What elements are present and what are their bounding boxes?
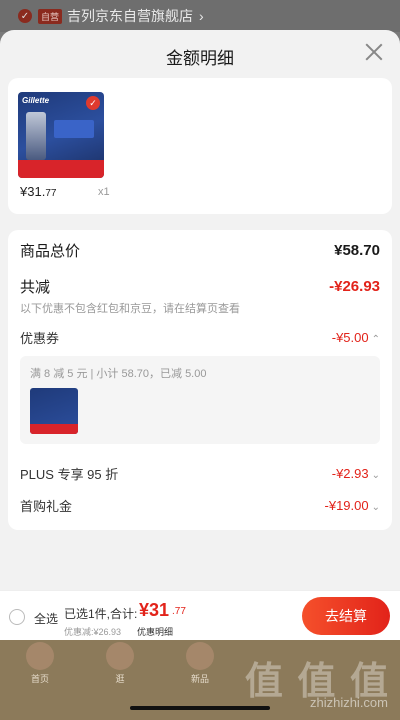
promo-stripe bbox=[54, 120, 94, 138]
checkout-button[interactable]: 去结算 bbox=[302, 597, 390, 635]
self-operated-badge: 自营 bbox=[38, 8, 63, 24]
first-purchase-value: -¥19.00 bbox=[324, 497, 369, 513]
select-all-radio[interactable] bbox=[9, 609, 25, 625]
nav-label: 首页 bbox=[30, 674, 49, 684]
discount-note: 以下优惠不包含红包和京豆，请在结算页查看 bbox=[20, 303, 240, 315]
plus-discount-row[interactable]: PLUS 专享 95 折 -¥2.93 ⌄ bbox=[20, 464, 380, 483]
coupon-row[interactable]: 优惠券 -¥5.00 ⌃ bbox=[20, 328, 380, 347]
chevron-down-icon: ⌄ bbox=[371, 469, 380, 481]
home-indicator bbox=[130, 706, 270, 710]
plus-label: PLUS 专享 95 折 bbox=[20, 467, 119, 482]
total-price: ¥31 bbox=[139, 600, 170, 620]
discount-detail-link[interactable]: 优惠明细 bbox=[137, 625, 173, 638]
coupon-product-thumbnail bbox=[30, 388, 78, 434]
close-icon[interactable] bbox=[364, 42, 384, 62]
price-detail-card: 商品总价 ¥58.70 共减 -¥26.93 以下优惠不包含红包和京豆，请在结算… bbox=[8, 230, 392, 530]
selected-check-icon: ✓ bbox=[86, 96, 100, 110]
promo-banner bbox=[30, 424, 78, 434]
discount-row: 共减 -¥26.93 bbox=[20, 276, 380, 297]
browse-icon bbox=[106, 642, 134, 670]
discount-label: 共减 bbox=[20, 279, 51, 296]
total-price-cents: .77 bbox=[172, 606, 186, 617]
store-name[interactable]: 吉列京东自营旗舰店 bbox=[67, 6, 193, 26]
brand-logo: Gillette bbox=[22, 96, 50, 105]
product-thumbnail[interactable]: Gillette ✓ bbox=[18, 92, 104, 178]
saved-amount: 优惠减:¥26.93 bbox=[64, 627, 122, 637]
goods-total-row: 商品总价 ¥58.70 bbox=[20, 240, 380, 261]
checkout-bar: 全选 已选1件,合计: ¥31 .77 优惠减:¥26.93 优惠明细 去结算 bbox=[0, 590, 400, 642]
chevron-up-icon: ⌃ bbox=[371, 333, 380, 345]
check-icon: ✓ bbox=[18, 9, 32, 23]
promo-banner bbox=[18, 160, 104, 178]
store-header[interactable]: ✓ 自营 吉列京东自营旗舰店 › bbox=[0, 0, 400, 32]
discount-value: -¥26.93 bbox=[329, 278, 380, 295]
goods-total-value: ¥58.70 bbox=[334, 242, 380, 259]
chevron-right-icon: › bbox=[199, 8, 204, 24]
chevron-down-icon: ⌄ bbox=[371, 501, 380, 513]
coupon-description: 满 8 减 5 元 | 小计 58.70，已减 5.00 bbox=[30, 368, 207, 380]
coupon-value: -¥5.00 bbox=[331, 329, 369, 345]
product-price: ¥31.77 bbox=[20, 184, 57, 199]
razor-image bbox=[26, 112, 46, 160]
product-card: Gillette ✓ ¥31.77 x1 bbox=[8, 78, 392, 214]
nav-item-new[interactable]: 新品 bbox=[180, 642, 220, 685]
nav-item-browse[interactable]: 逛 bbox=[100, 642, 140, 685]
new-icon bbox=[186, 642, 214, 670]
coupon-label: 优惠券 bbox=[20, 331, 60, 346]
coupon-value-wrap[interactable]: -¥5.00 ⌃ bbox=[332, 329, 380, 347]
nav-label: 逛 bbox=[115, 674, 125, 684]
plus-value: -¥2.93 bbox=[331, 465, 369, 481]
plus-value-wrap[interactable]: -¥2.93 ⌄ bbox=[332, 465, 380, 483]
watermark-url: zhizhizhi.com bbox=[309, 695, 388, 710]
nav-label: 新品 bbox=[190, 674, 209, 684]
selected-count: 已选1件,合计: bbox=[64, 607, 138, 621]
home-icon bbox=[26, 642, 54, 670]
nav-item-home[interactable]: 首页 bbox=[20, 642, 60, 685]
first-purchase-label: 首购礼金 bbox=[20, 499, 73, 514]
first-purchase-value-wrap[interactable]: -¥19.00 ⌄ bbox=[325, 497, 380, 515]
coupon-detail-box: 满 8 减 5 元 | 小计 58.70，已减 5.00 bbox=[20, 356, 380, 444]
sheet-title: 金额明细 bbox=[166, 49, 234, 68]
product-quantity: x1 bbox=[98, 186, 110, 198]
amount-detail-sheet: 金额明细 Gillette ✓ ¥31.77 x1 商品总价 ¥58.70 共减… bbox=[0, 30, 400, 640]
first-purchase-row[interactable]: 首购礼金 -¥19.00 ⌄ bbox=[20, 496, 380, 515]
select-all-label[interactable]: 全选 bbox=[34, 610, 58, 627]
goods-total-label: 商品总价 bbox=[20, 243, 81, 260]
